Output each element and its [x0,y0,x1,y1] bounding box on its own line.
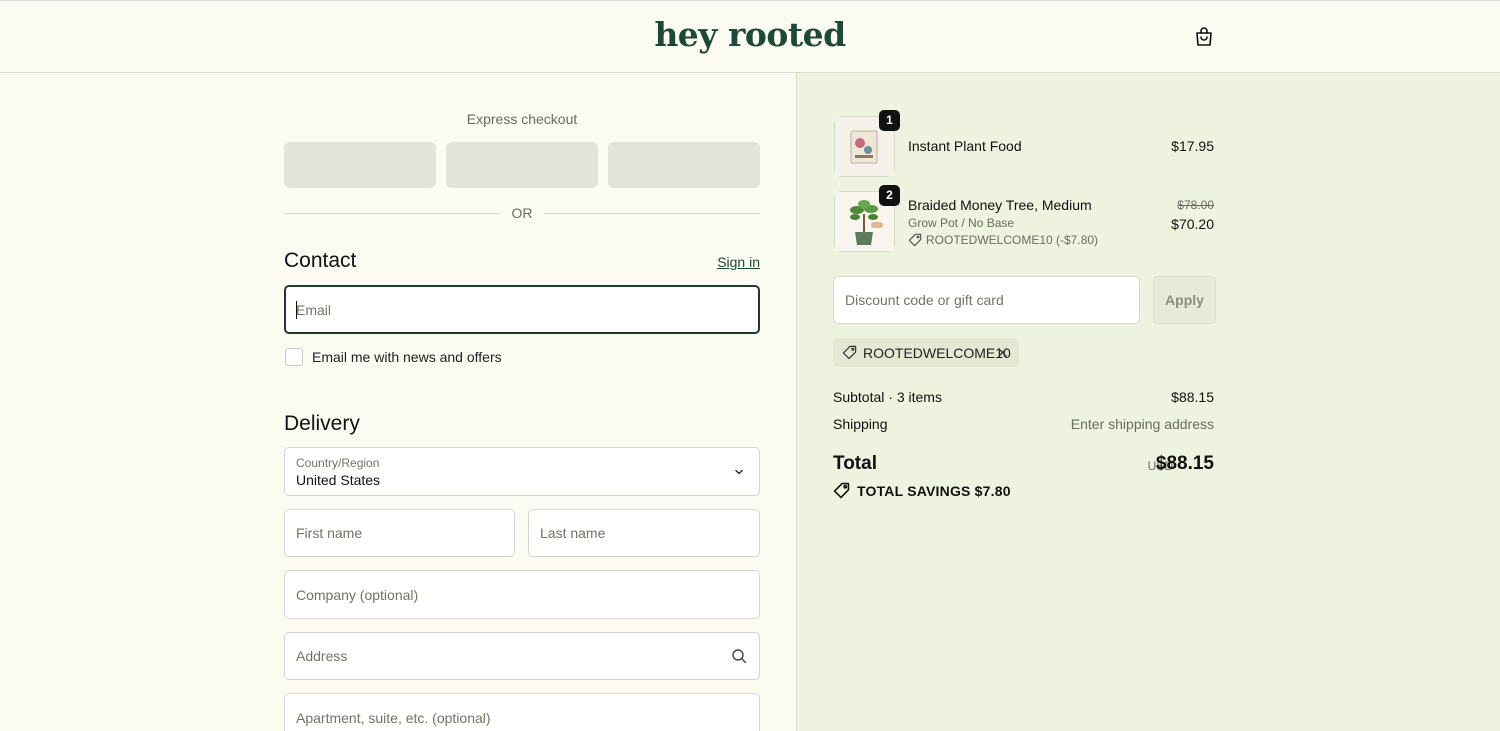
product-thumbnail: 2 [834,185,900,252]
first-name-placeholder: First name [296,525,363,541]
express-pay-button-2[interactable] [446,142,598,188]
or-divider-text: OR [511,205,533,221]
newsletter-checkbox[interactable] [285,348,303,366]
item-discount: ROOTEDWELCOME10 (-$7.80) [926,233,1099,247]
contact-heading: Contact [284,249,357,272]
divider-right [544,213,760,214]
product-thumbnail: 1 [834,110,900,177]
express-pay-button-3[interactable] [608,142,760,188]
quantity-badge: 1 [879,110,900,131]
quantity-badge: 2 [879,185,900,206]
sign-in-link[interactable]: Sign in [700,254,760,270]
item-price: $17.95 [1171,138,1214,154]
tag-icon [842,345,857,360]
email-placeholder: Email [296,301,332,318]
subtotal-label: Subtotal · 3 items [833,389,942,405]
item-name: Braided Money Tree, Medium [908,197,1092,213]
email-field[interactable]: Email [284,285,760,334]
shipping-label: Shipping [833,416,888,432]
apartment-field[interactable]: Apartment, suite, etc. (optional) [284,693,760,731]
country-value: United States [296,472,381,488]
shopping-bag-icon[interactable] [1192,25,1216,49]
shipping-value: Enter shipping address [1070,416,1214,432]
company-placeholder: Company (optional) [296,586,419,603]
divider-left [284,213,500,214]
order-summary: 1 Instant Plant Food $17.95 2 Braided Mo… [796,73,1500,731]
savings-tag-icon [833,482,850,499]
tag-icon [908,233,922,247]
item-name: Instant Plant Food [908,138,1022,154]
country-label: Country/Region [296,456,380,470]
discount-code-field[interactable]: Discount code or gift card [833,276,1140,324]
last-name-placeholder: Last name [540,525,606,541]
apply-discount-button[interactable]: Apply [1153,276,1216,324]
header: hey rooted [0,0,1500,73]
express-checkout-label: Express checkout [466,111,578,127]
store-logo[interactable]: hey rooted [0,15,1500,54]
chevron-down-icon [735,469,743,475]
applied-code-text: ROOTEDWELCOME10 [863,345,1011,361]
item-variant: Grow Pot / No Base [908,216,1015,230]
subtotal-value: $88.15 [1171,389,1214,405]
total-label: Total [833,453,877,474]
first-name-field[interactable]: First name [284,509,515,557]
newsletter-label[interactable]: Email me with news and offers [312,349,502,365]
discount-placeholder: Discount code or gift card [845,292,1004,308]
address-field[interactable]: Address [284,632,760,680]
apartment-placeholder: Apartment, suite, etc. (optional) [296,709,491,726]
close-icon[interactable] [997,347,1008,358]
last-name-field[interactable]: Last name [528,509,760,557]
item-price: $70.20 [1171,216,1214,232]
company-field[interactable]: Company (optional) [284,570,760,619]
country-select[interactable]: Country/Region United States [284,447,760,496]
search-icon [732,649,747,664]
delivery-heading: Delivery [284,412,360,435]
express-pay-button-1[interactable] [284,142,436,188]
checkout-form-column: Express checkout OR Contact Sign in Emai… [0,73,796,731]
item-original-price: $78.00 [1177,198,1214,212]
applied-discount-chip: ROOTEDWELCOME10 [833,338,1019,367]
total-savings: TOTAL SAVINGS $7.80 [857,483,1011,499]
address-placeholder: Address [296,648,348,664]
total-value: $88.15 [1155,453,1214,474]
